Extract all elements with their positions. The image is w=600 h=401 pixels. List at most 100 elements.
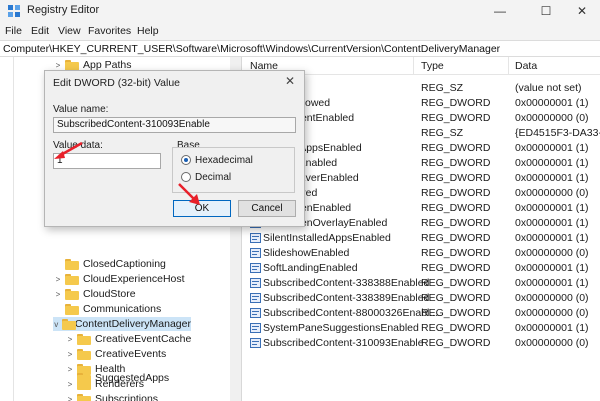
dword-value-icon <box>250 338 261 348</box>
value-type: REG_DWORD <box>421 307 491 319</box>
value-type: REG_DWORD <box>421 112 491 124</box>
value-name: SoftLandingEnabled <box>263 262 358 274</box>
tree-item-suggestedapps[interactable]: SuggestedApps <box>65 371 169 385</box>
title-bar: Registry Editor — ☐ ✕ <box>0 0 600 22</box>
list-item[interactable]: SubscribedContent-310093Enable REG_DWORD 0… <box>243 336 600 351</box>
value-name: SubscribedContent-88000326Enabl... <box>263 307 439 319</box>
list-item[interactable]: SubscribedContent-338388Enabled REG_DWORD… <box>243 276 600 291</box>
tree-item-contentdeliverymanager[interactable]: v ContentDeliveryManager <box>53 317 191 331</box>
value-type: REG_DWORD <box>421 187 491 199</box>
close-button[interactable]: ✕ <box>562 0 600 22</box>
tree-item-closedcaptioning[interactable]: ClosedCaptioning <box>53 257 166 271</box>
chevron-right-icon[interactable]: > <box>65 335 75 344</box>
value-data: 0x00000000 (0) <box>515 112 589 124</box>
value-data: 0x00000001 (1) <box>515 232 589 244</box>
dword-value-icon <box>250 323 261 333</box>
ok-button[interactable]: OK <box>173 200 231 217</box>
edit-dword-dialog: Edit DWORD (32-bit) Value ✕ Value name: … <box>44 70 305 227</box>
value-type: REG_DWORD <box>421 97 491 109</box>
value-data: (value not set) <box>515 82 582 94</box>
registry-editor-icon <box>8 5 20 17</box>
folder-icon <box>65 59 79 71</box>
value-type: REG_DWORD <box>421 202 491 214</box>
tree-item-communications[interactable]: Communications <box>53 302 161 316</box>
chevron-right-icon[interactable]: > <box>65 350 75 359</box>
value-data-input[interactable]: 1 <box>53 153 161 169</box>
cancel-button[interactable]: Cancel <box>238 200 296 217</box>
chevron-down-icon[interactable]: v <box>53 320 60 329</box>
column-separator[interactable] <box>413 57 414 75</box>
menu-file[interactable]: File <box>5 25 22 37</box>
dword-value-icon <box>250 308 261 318</box>
address-path: Computer\HKEY_CURRENT_USER\Software\Micr… <box>3 43 501 55</box>
value-data: 0x00000001 (1) <box>515 172 589 184</box>
folder-icon <box>65 303 79 315</box>
folder-icon <box>65 288 79 300</box>
value-data: 0x00000001 (1) <box>515 142 589 154</box>
chevron-right-icon[interactable]: > <box>53 61 63 70</box>
value-type: REG_DWORD <box>421 247 491 259</box>
folder-icon <box>77 348 91 360</box>
menu-favorites[interactable]: Favorites <box>88 25 131 37</box>
value-type: REG_DWORD <box>421 322 491 334</box>
menu-bar: File Edit View Favorites Help <box>0 22 600 40</box>
value-type: REG_DWORD <box>421 172 491 184</box>
value-name: SlideshowEnabled <box>263 247 350 259</box>
hexadecimal-label[interactable]: Hexadecimal <box>195 155 253 166</box>
value-data: 0x00000000 (0) <box>515 247 589 259</box>
column-separator[interactable] <box>508 57 509 75</box>
list-item[interactable]: SilentInstalledAppsEnabled REG_DWORD 0x000… <box>243 231 600 246</box>
dword-value-icon <box>250 278 261 288</box>
value-name-field[interactable]: SubscribedContent-310093Enable <box>53 117 296 133</box>
value-name: SubscribedContent-338388Enabled <box>263 277 430 289</box>
dword-value-icon <box>250 263 261 273</box>
tree-item-cloudexperiencehost[interactable]: > CloudExperienceHost <box>53 272 185 286</box>
chevron-right-icon[interactable]: > <box>65 395 75 401</box>
tree-item-cloudstore[interactable]: > CloudStore <box>53 287 136 301</box>
hexadecimal-radio[interactable] <box>181 155 191 165</box>
folder-icon <box>61 318 76 330</box>
tree-item-subscriptions[interactable]: > Subscriptions <box>65 392 158 401</box>
value-type: REG_DWORD <box>421 142 491 154</box>
value-data: 0x00000000 (0) <box>515 307 589 319</box>
folder-icon <box>77 393 91 401</box>
list-item[interactable]: SystemPaneSuggestionsEnabled REG_DWORD 0x0… <box>243 321 600 336</box>
value-data-label: Value data: <box>53 140 103 151</box>
value-data: 0x00000001 (1) <box>515 262 589 274</box>
tree-item-creativeeventcache[interactable]: > CreativeEventCache <box>65 332 192 346</box>
list-item[interactable]: SoftLandingEnabled REG_DWORD 0x00000001 (1… <box>243 261 600 276</box>
column-type[interactable]: Type <box>421 60 444 72</box>
chevron-right-icon[interactable]: > <box>53 275 63 284</box>
value-name: SubscribedContent-310093Enable <box>263 337 424 349</box>
value-type: REG_DWORD <box>421 277 491 289</box>
menu-help[interactable]: Help <box>137 25 159 37</box>
decimal-radio[interactable] <box>181 172 191 182</box>
dialog-close-icon[interactable]: ✕ <box>282 74 298 88</box>
value-type: REG_SZ <box>421 127 464 139</box>
value-data: 0x00000000 (0) <box>515 337 589 349</box>
tree-item-creativeevents[interactable]: > CreativeEvents <box>65 347 167 361</box>
folder-icon <box>77 333 91 345</box>
list-item[interactable]: SlideshowEnabled REG_DWORD 0x00000000 (0) <box>243 246 600 261</box>
address-bar[interactable]: Computer\HKEY_CURRENT_USER\Software\Micr… <box>0 40 600 57</box>
list-item[interactable]: SubscribedContent-338389Enabled REG_DWORD… <box>243 291 600 306</box>
menu-edit[interactable]: Edit <box>31 25 49 37</box>
maximize-button[interactable]: ☐ <box>526 0 566 22</box>
value-name-label: Value name: <box>53 104 109 115</box>
value-name: SystemPaneSuggestionsEnabled <box>263 322 419 334</box>
decimal-label[interactable]: Decimal <box>195 172 231 183</box>
folder-icon <box>65 273 79 285</box>
value-type: REG_DWORD <box>421 292 491 304</box>
minimize-button[interactable]: — <box>480 0 520 22</box>
value-name: SilentInstalledAppsEnabled <box>263 232 391 244</box>
dword-value-icon <box>250 293 261 303</box>
menu-view[interactable]: View <box>58 25 81 37</box>
dword-value-icon <box>250 248 261 258</box>
chevron-right-icon[interactable]: > <box>53 290 63 299</box>
value-data: 0x00000001 (1) <box>515 217 589 229</box>
list-item[interactable]: SubscribedContent-88000326Enabl... REG_DW… <box>243 306 600 321</box>
value-data: 0x00000000 (0) <box>515 292 589 304</box>
column-data[interactable]: Data <box>515 60 537 72</box>
value-data: 0x00000001 (1) <box>515 277 589 289</box>
value-data: 0x00000001 (1) <box>515 157 589 169</box>
